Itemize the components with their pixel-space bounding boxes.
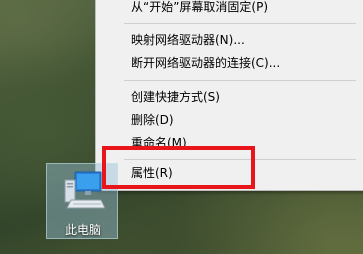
menu-separator bbox=[124, 80, 356, 81]
menu-item-label: 删除(D) bbox=[131, 113, 174, 127]
highlight-box bbox=[102, 146, 255, 189]
computer-icon bbox=[64, 171, 105, 209]
desktop-icon-label: 此电脑 bbox=[64, 223, 101, 237]
menu-item-disconnect-network-drive[interactable]: 断开网络驱动器的连接(C)... bbox=[96, 52, 363, 74]
menu-item-map-network-drive[interactable]: 映射网络驱动器(N)... bbox=[96, 29, 363, 51]
menu-separator bbox=[124, 23, 356, 24]
menu-item-label: 映射网络驱动器(N)... bbox=[131, 33, 245, 47]
menu-item-unpin-from-start[interactable]: 从“开始”屏幕取消固定(P) bbox=[96, 0, 363, 18]
menu-item-label: 创建快捷方式(S) bbox=[131, 90, 220, 104]
menu-item-label: 从“开始”屏幕取消固定(P) bbox=[131, 0, 269, 14]
menu-item-label: 断开网络驱动器的连接(C)... bbox=[131, 56, 281, 70]
menu-item-delete[interactable]: 删除(D) bbox=[96, 109, 363, 131]
menu-item-create-shortcut[interactable]: 创建快捷方式(S) bbox=[96, 86, 363, 108]
